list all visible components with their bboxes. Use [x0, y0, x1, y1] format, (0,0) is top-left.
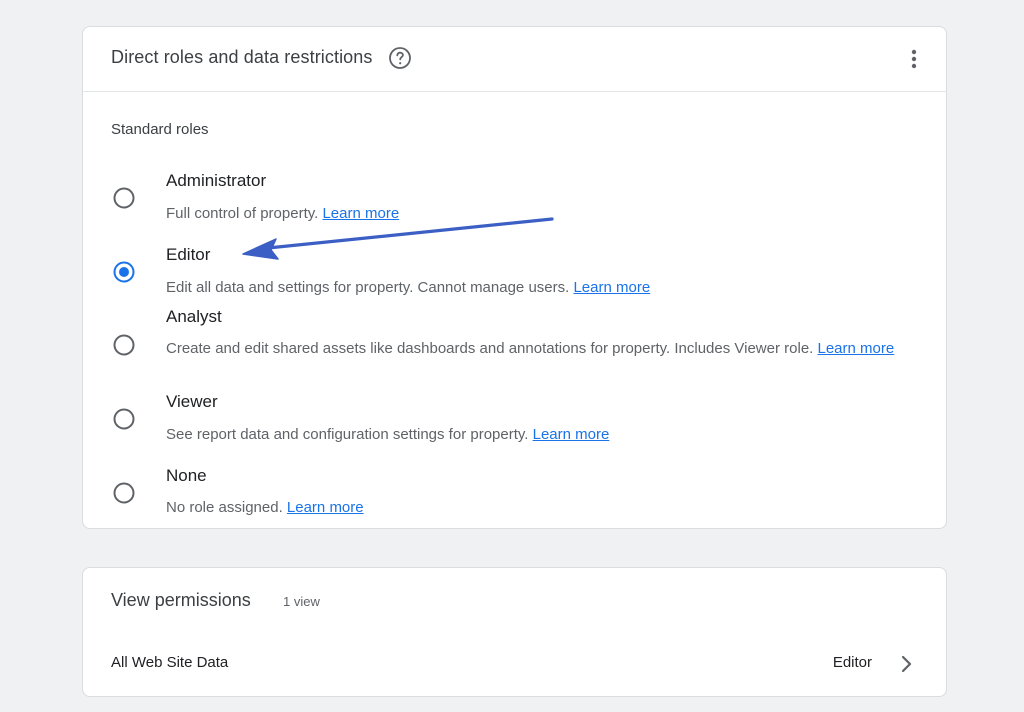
help-circle-icon[interactable] — [388, 46, 412, 70]
view-permissions-card: View permissions 1 view All Web Site Dat… — [82, 567, 947, 697]
role-description: No role assigned. Learn more — [166, 496, 916, 519]
chevron-right-icon[interactable] — [900, 654, 914, 674]
role-description-text: No role assigned. — [166, 499, 287, 516]
radio-unchecked-icon[interactable] — [113, 334, 135, 356]
role-name: Viewer — [166, 392, 218, 411]
role-name: Analyst — [166, 307, 222, 326]
role-description-text: Edit all data and settings for property.… — [166, 279, 574, 296]
view-name: All Web Site Data — [111, 654, 229, 671]
learn-more-link[interactable]: Learn more — [573, 279, 650, 296]
learn-more-link[interactable]: Learn more — [533, 426, 610, 443]
direct-roles-card: Direct roles and data restrictions Stand… — [82, 26, 947, 529]
role-name: None — [166, 466, 207, 485]
card-title: Direct roles and data restrictions — [111, 47, 373, 67]
role-description: Edit all data and settings for property.… — [166, 276, 916, 299]
role-description-text: See report data and configuration settin… — [166, 426, 533, 443]
role-description: See report data and configuration settin… — [166, 423, 916, 446]
radio-unchecked-icon[interactable] — [113, 187, 135, 209]
role-name: Administrator — [166, 171, 267, 190]
view-permissions-title: View permissions — [111, 590, 251, 610]
view-role: Editor — [832, 654, 872, 671]
learn-more-link[interactable]: Learn more — [818, 340, 895, 357]
learn-more-link[interactable]: Learn more — [287, 499, 364, 516]
radio-unchecked-icon[interactable] — [113, 408, 135, 430]
radio-checked-icon[interactable] — [113, 261, 135, 283]
role-description: Full control of property. Learn more — [166, 202, 916, 225]
view-count-badge: 1 view — [283, 594, 320, 609]
role-name: Editor — [166, 245, 211, 264]
radio-unchecked-icon[interactable] — [113, 482, 135, 504]
role-description-text: Full control of property. — [166, 205, 323, 222]
more-vert-icon[interactable] — [904, 45, 924, 73]
card-header: Direct roles and data restrictions — [83, 27, 946, 92]
role-description: Create and edit shared assets like dashb… — [166, 337, 916, 360]
learn-more-link[interactable]: Learn more — [322, 205, 399, 222]
standard-roles-label: Standard roles — [111, 121, 209, 138]
view-row[interactable]: All Web Site Data Editor — [83, 644, 946, 684]
role-description-text: Create and edit shared assets like dashb… — [166, 340, 818, 357]
